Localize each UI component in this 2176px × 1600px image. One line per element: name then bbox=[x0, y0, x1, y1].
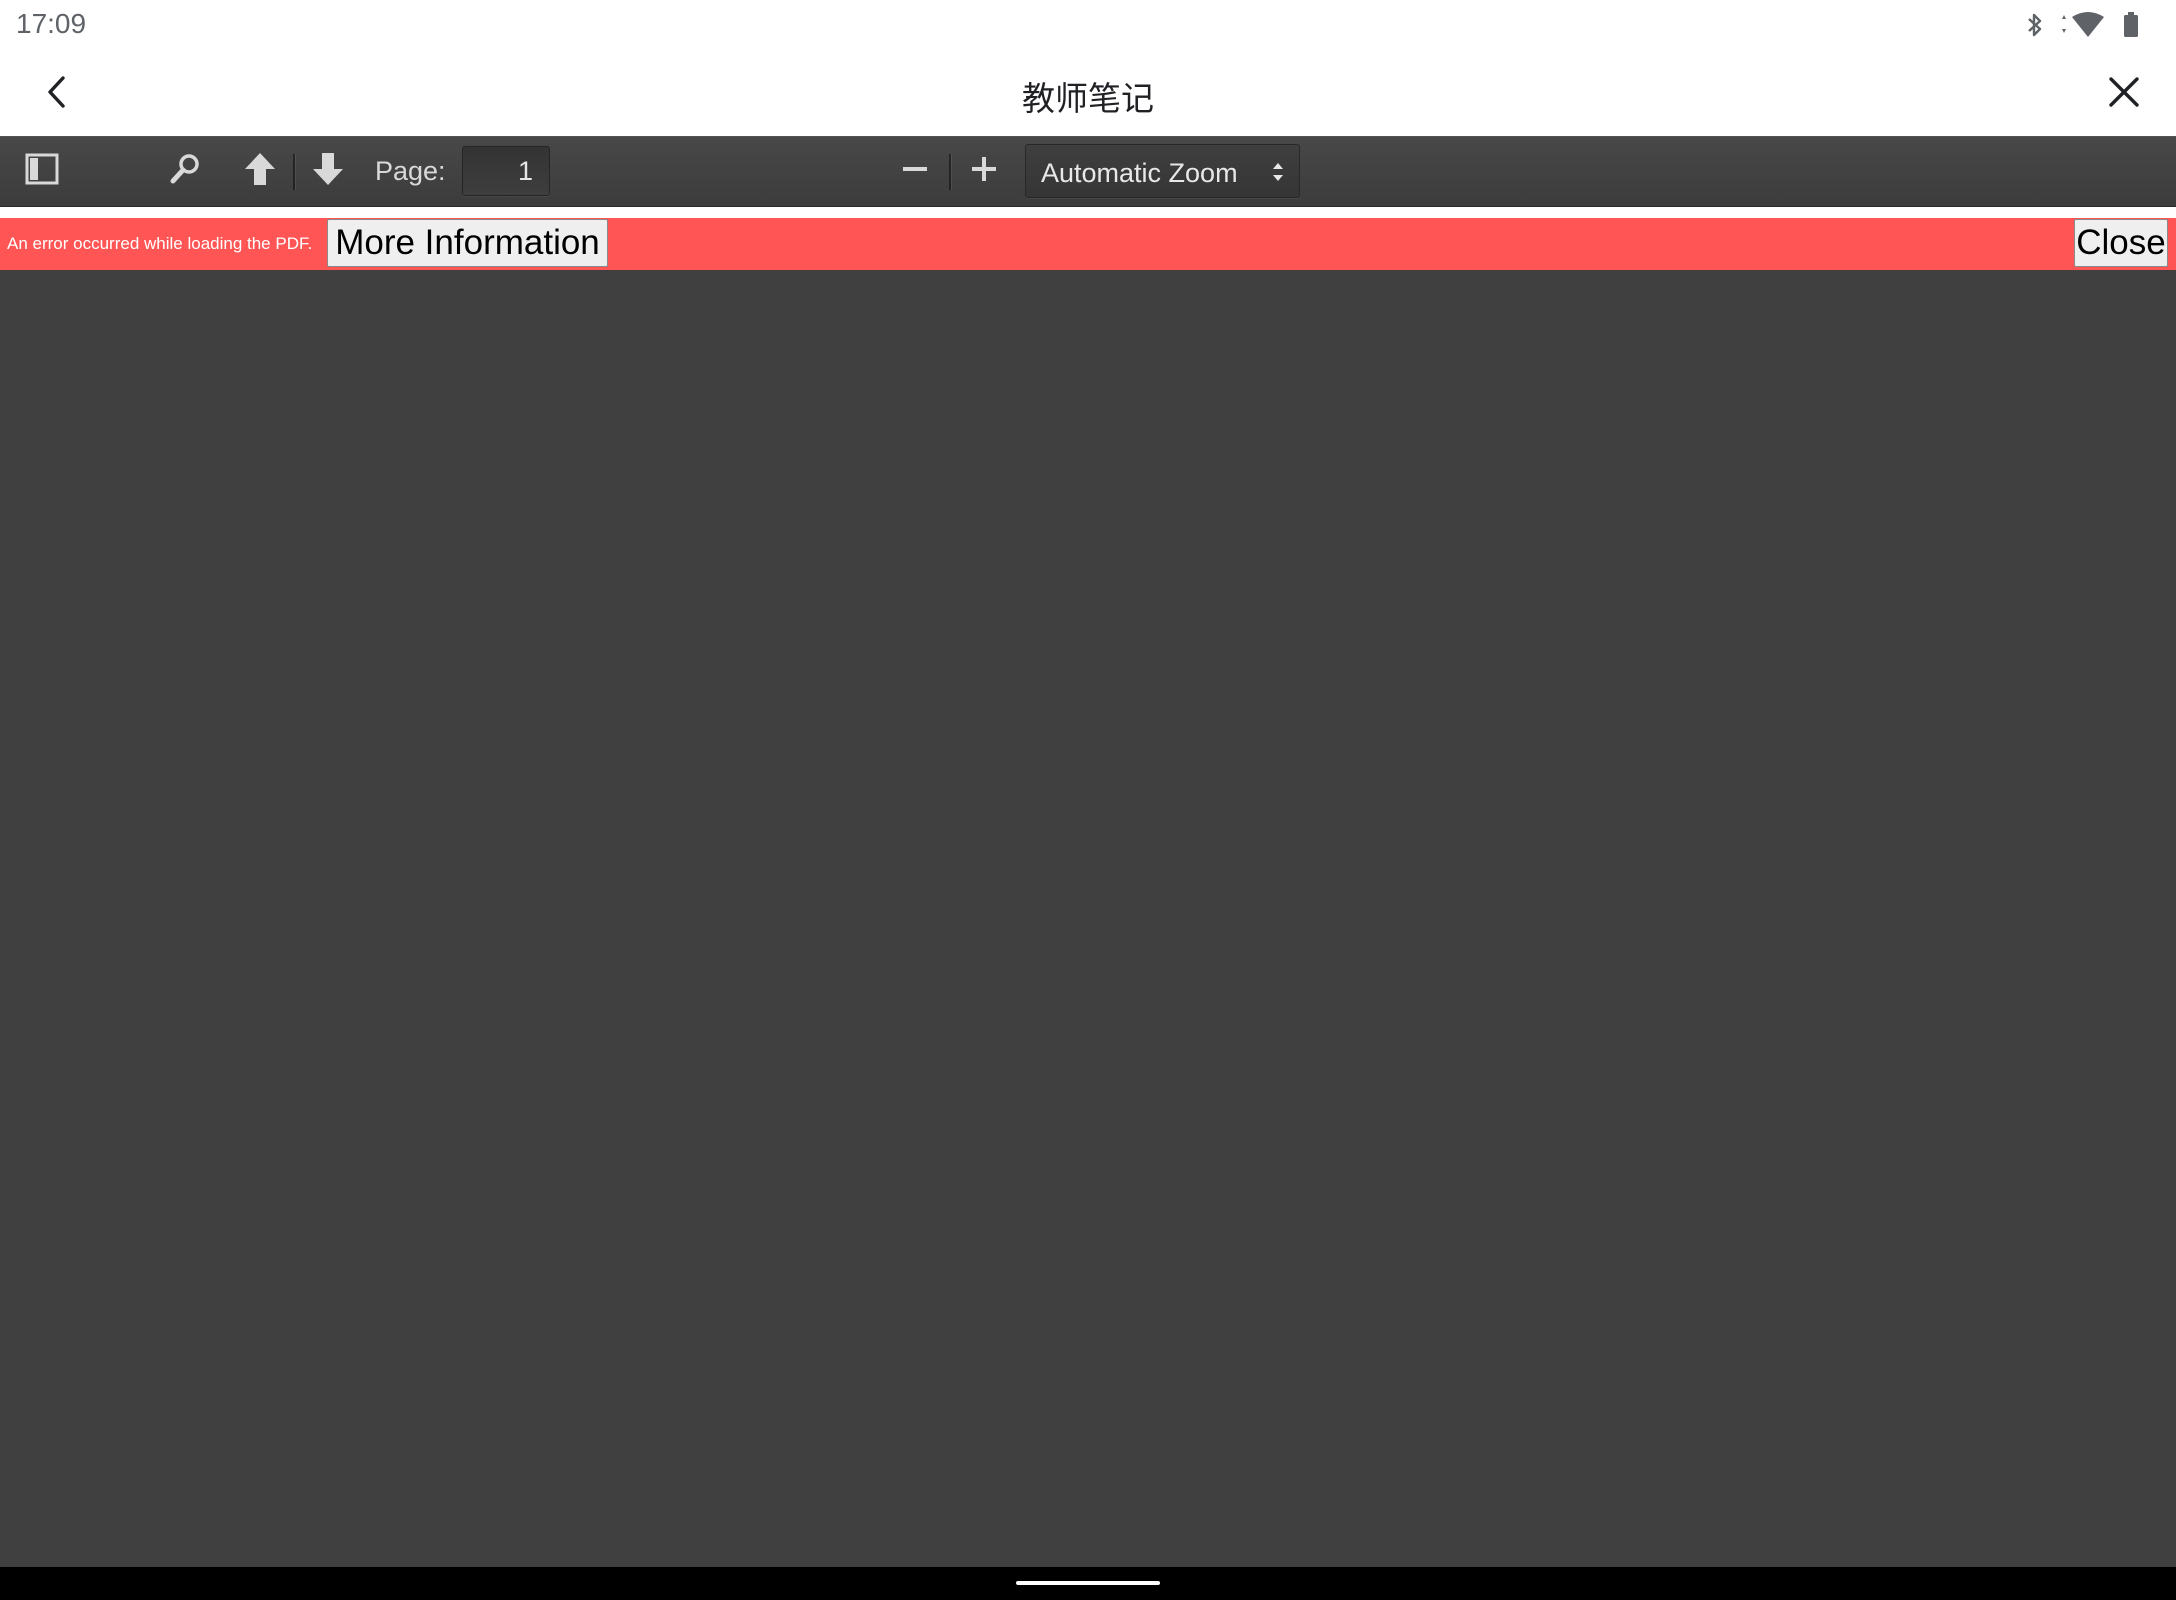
error-bar: An error occurred while loading the PDF.… bbox=[0, 218, 2176, 270]
arrow-down-icon bbox=[310, 151, 346, 192]
toolbar-separator bbox=[949, 154, 951, 190]
sidebar-toggle-icon bbox=[25, 153, 59, 190]
sidebar-toggle-button[interactable] bbox=[20, 149, 64, 193]
previous-page-button[interactable] bbox=[238, 149, 282, 193]
status-icons bbox=[2026, 10, 2140, 40]
app-bar: 教师笔记 bbox=[0, 52, 2176, 136]
status-bar: 17:09 bbox=[0, 0, 2176, 52]
bluetooth-icon bbox=[2026, 11, 2044, 39]
minus-icon bbox=[901, 155, 929, 188]
search-button[interactable] bbox=[163, 149, 207, 193]
error-message: An error occurred while loading the PDF. bbox=[7, 234, 313, 253]
wifi-icon bbox=[2058, 11, 2108, 39]
arrow-up-icon bbox=[242, 151, 278, 192]
select-arrows-icon bbox=[1271, 159, 1285, 190]
more-information-button[interactable]: More Information bbox=[327, 219, 608, 267]
zoom-in-button[interactable] bbox=[962, 149, 1006, 193]
screen: 17:09 教师笔记 Page: 1 Automatic Zoom An err… bbox=[0, 0, 2176, 1600]
search-icon bbox=[168, 152, 202, 191]
zoom-out-button[interactable] bbox=[893, 149, 937, 193]
pdf-viewer-area[interactable] bbox=[0, 270, 2176, 1567]
next-page-button[interactable] bbox=[306, 149, 350, 193]
toolbar-separator bbox=[293, 154, 295, 190]
battery-icon bbox=[2122, 11, 2140, 39]
page-number-input[interactable] bbox=[462, 146, 550, 196]
navigation-bar bbox=[0, 1567, 2176, 1600]
page-title: 教师笔记 bbox=[1022, 79, 1154, 118]
home-indicator[interactable] bbox=[1016, 1581, 1160, 1585]
page-label: Page: bbox=[375, 156, 446, 186]
plus-icon bbox=[970, 155, 998, 188]
status-time: 17:09 bbox=[16, 8, 87, 39]
close-viewer-button[interactable] bbox=[2098, 68, 2150, 120]
zoom-select[interactable]: Automatic Zoom bbox=[1025, 144, 1300, 198]
close-icon bbox=[2108, 76, 2140, 113]
zoom-select-value: Automatic Zoom bbox=[1041, 158, 1238, 188]
close-error-button[interactable]: Close bbox=[2074, 219, 2168, 267]
pdf-toolbar: Page: Automatic Zoom bbox=[0, 136, 2176, 207]
